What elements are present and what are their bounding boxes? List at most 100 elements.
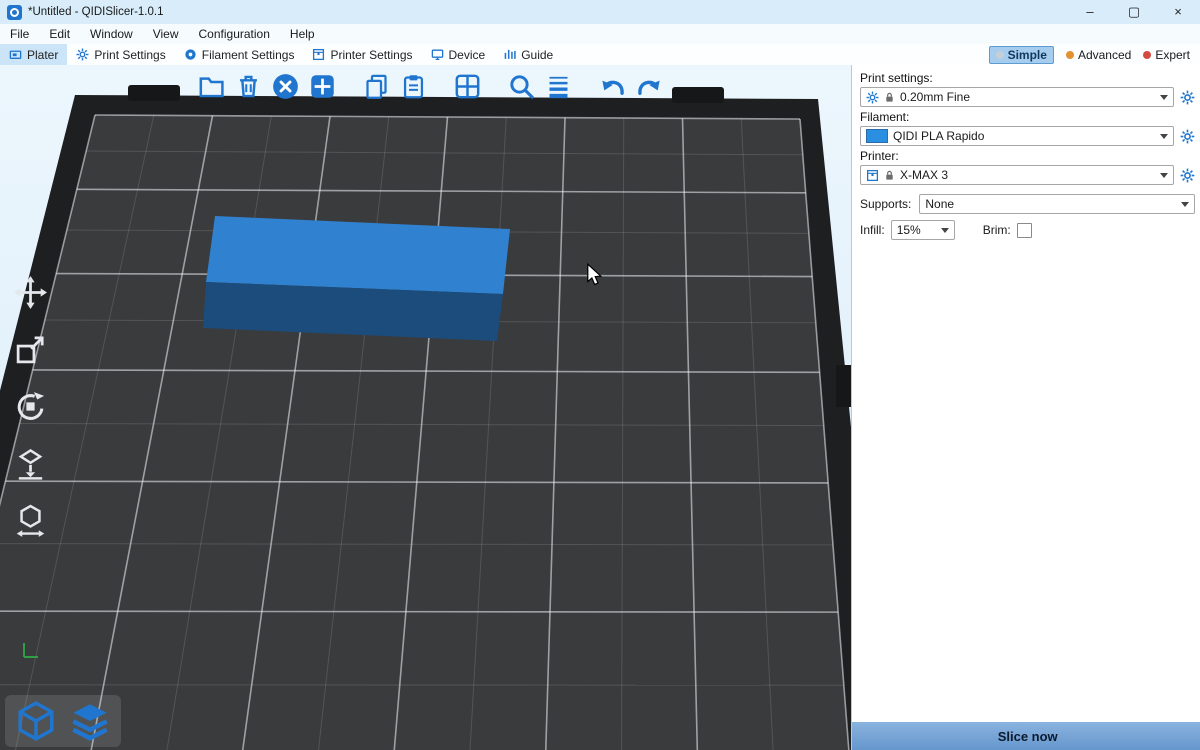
- tab-guide[interactable]: Guide: [494, 44, 562, 65]
- tab-filament-settings-label: Filament Settings: [202, 48, 295, 62]
- mouse-cursor: [586, 263, 604, 287]
- guide-icon: [503, 48, 516, 61]
- expert-mode-dot-icon: [1143, 51, 1151, 59]
- chevron-down-icon: [1160, 134, 1168, 139]
- minimize-button[interactable]: –: [1068, 0, 1112, 24]
- menu-help[interactable]: Help: [280, 24, 325, 44]
- paste-icon: [400, 73, 427, 100]
- 3d-view-button[interactable]: [15, 700, 57, 742]
- mode-simple-label: Simple: [1008, 48, 1047, 62]
- place-on-face-gizmo-button[interactable]: [12, 446, 48, 480]
- build-plate[interactable]: [0, 65, 851, 750]
- scale-icon: [14, 333, 47, 366]
- split-objects-button[interactable]: [452, 71, 482, 101]
- view-mode-toggle: [5, 695, 121, 747]
- maximize-button[interactable]: ▢: [1112, 0, 1156, 24]
- printer-select[interactable]: X-MAX 3: [860, 165, 1174, 185]
- measure-gizmo-button[interactable]: [12, 503, 48, 537]
- window-controls: – ▢ ×: [1068, 0, 1200, 24]
- chevron-down-icon: [1160, 95, 1168, 100]
- filament-value: QIDI PLA Rapido: [893, 129, 1155, 143]
- tab-guide-label: Guide: [521, 48, 553, 62]
- filament-color-swatch: [866, 129, 888, 143]
- advanced-mode-dot-icon: [1066, 51, 1074, 59]
- window-title: *Untitled - QIDISlicer-1.0.1: [28, 6, 164, 18]
- split-icon: [454, 73, 481, 100]
- printer-icon: [866, 169, 879, 182]
- gizmo-toolbar: [12, 275, 48, 537]
- print-settings-value: 0.20mm Fine: [900, 90, 1155, 104]
- close-button[interactable]: ×: [1156, 0, 1200, 24]
- supports-select[interactable]: None: [919, 194, 1195, 214]
- arrange-icon: [309, 73, 336, 100]
- tab-print-settings[interactable]: Print Settings: [67, 44, 174, 65]
- model-object-top-face[interactable]: [206, 216, 510, 294]
- tab-printer-settings[interactable]: Printer Settings: [303, 44, 421, 65]
- infill-select[interactable]: 15%: [891, 220, 955, 240]
- preview-button[interactable]: [69, 700, 111, 742]
- infill-label: Infill:: [860, 223, 885, 237]
- rotate-icon: [14, 390, 47, 423]
- redo-button[interactable]: [634, 71, 664, 101]
- tab-plater[interactable]: Plater: [0, 44, 67, 65]
- chevron-down-icon: [941, 228, 949, 233]
- tab-plater-label: Plater: [27, 48, 58, 62]
- search-icon: [508, 73, 535, 100]
- edit-print-settings-button[interactable]: [1180, 90, 1195, 105]
- print-settings-label: Print settings:: [860, 71, 1195, 85]
- edit-filament-button[interactable]: [1180, 129, 1195, 144]
- delete-all-icon: [272, 73, 299, 100]
- tab-device[interactable]: Device: [422, 44, 495, 65]
- menu-view[interactable]: View: [143, 24, 189, 44]
- trash-icon: [235, 73, 262, 100]
- app-window: *Untitled - QIDISlicer-1.0.1 – ▢ × File …: [0, 0, 1200, 750]
- filament-select[interactable]: QIDI PLA Rapido: [860, 126, 1174, 146]
- main-area: Print settings: 0.20mm Fine Filament: QI…: [0, 65, 1200, 750]
- printer-label: Printer:: [860, 149, 1195, 163]
- filament-label: Filament:: [860, 110, 1195, 124]
- lock-icon: [884, 170, 895, 181]
- undo-icon: [599, 73, 626, 100]
- menu-file[interactable]: File: [0, 24, 39, 44]
- printer-icon: [312, 48, 325, 61]
- mode-expert-label: Expert: [1155, 48, 1190, 62]
- viewport-3d[interactable]: [0, 65, 852, 750]
- chevron-down-icon: [1160, 173, 1168, 178]
- app-logo-icon: [7, 5, 22, 20]
- slice-now-button[interactable]: Slice now: [852, 722, 1200, 750]
- place-on-face-icon: [14, 447, 47, 480]
- print-settings-select[interactable]: 0.20mm Fine: [860, 87, 1174, 107]
- copy-icon: [363, 73, 390, 100]
- supports-value: None: [925, 197, 1176, 211]
- mode-advanced[interactable]: Advanced: [1066, 48, 1131, 62]
- monitor-icon: [431, 48, 444, 61]
- move-icon: [14, 276, 47, 309]
- edit-printer-button[interactable]: [1180, 168, 1195, 183]
- copy-button[interactable]: [361, 71, 391, 101]
- titlebar: *Untitled - QIDISlicer-1.0.1 – ▢ ×: [0, 0, 1200, 24]
- menu-edit[interactable]: Edit: [39, 24, 80, 44]
- move-gizmo-button[interactable]: [12, 275, 48, 309]
- layer-height-icon: [545, 73, 572, 100]
- rotate-gizmo-button[interactable]: [12, 389, 48, 423]
- paste-button[interactable]: [398, 71, 428, 101]
- layers-icon: [69, 700, 111, 742]
- mode-simple[interactable]: Simple: [989, 46, 1054, 64]
- gear-icon: [866, 91, 879, 104]
- tab-printer-settings-label: Printer Settings: [330, 48, 412, 62]
- undo-button[interactable]: [597, 71, 627, 101]
- mode-expert[interactable]: Expert: [1143, 48, 1190, 62]
- variable-layer-height-button[interactable]: [543, 71, 573, 101]
- search-button[interactable]: [506, 71, 536, 101]
- arrange-button[interactable]: [307, 71, 337, 101]
- menu-window[interactable]: Window: [80, 24, 143, 44]
- brim-checkbox[interactable]: [1017, 223, 1032, 238]
- menu-configuration[interactable]: Configuration: [189, 24, 280, 44]
- tab-device-label: Device: [449, 48, 486, 62]
- scale-gizmo-button[interactable]: [12, 332, 48, 366]
- open-project-button[interactable]: [196, 71, 226, 101]
- brim-label: Brim:: [983, 223, 1011, 237]
- delete-button[interactable]: [233, 71, 263, 101]
- tab-filament-settings[interactable]: Filament Settings: [175, 44, 304, 65]
- delete-all-button[interactable]: [270, 71, 300, 101]
